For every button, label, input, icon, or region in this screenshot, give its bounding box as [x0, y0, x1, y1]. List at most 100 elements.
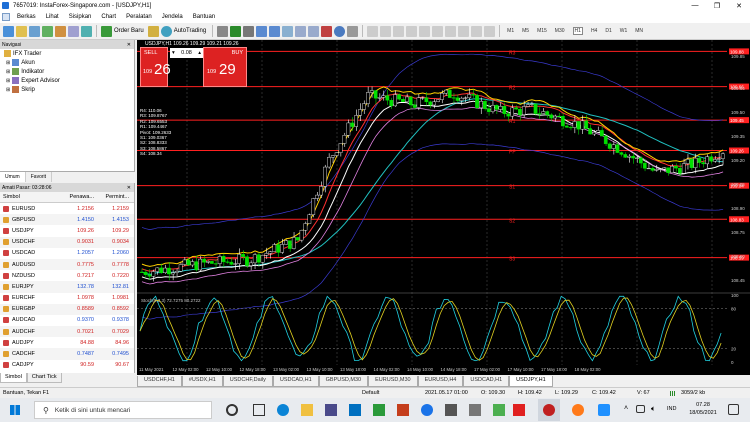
zoom-out-icon[interactable] [269, 25, 281, 37]
line-chart-icon[interactable] [243, 25, 255, 37]
nav-item-skrip[interactable]: ⊞ Skrip [0, 85, 134, 94]
nav-item-expert-advisor[interactable]: ⊞ Expert Advisor [0, 76, 134, 85]
market-row[interactable]: AUDJPY 84.88 84.96 [0, 337, 134, 348]
new-order-button[interactable]: Order Baru [114, 28, 144, 34]
taskbar-search[interactable]: ⚲ Ketik di sini untuk mencari [34, 401, 212, 419]
close-button[interactable]: ✕ [728, 0, 750, 11]
lot-up-icon[interactable]: ▴ [198, 50, 201, 56]
instaforex-icon[interactable] [513, 404, 525, 416]
timeframe-d1[interactable]: D1 [605, 28, 611, 34]
channel-icon[interactable] [432, 25, 444, 37]
chart-tab[interactable]: EURUSD,M30 [368, 376, 418, 387]
clock[interactable]: 07.28 18/05/2021 [685, 401, 721, 417]
chart-tab[interactable]: EURUSD,H4 [417, 376, 464, 387]
tile-windows-icon[interactable] [282, 25, 294, 37]
chart-shift-icon[interactable] [308, 25, 320, 37]
navigator-close-icon[interactable]: ✕ [127, 42, 131, 48]
menu-lihat[interactable]: Lihat [41, 14, 64, 20]
file-explorer-icon[interactable] [301, 404, 313, 416]
market-row[interactable]: EURJPY 132.78 132.81 [0, 281, 134, 293]
cortana-icon[interactable] [226, 404, 238, 416]
firefox-icon[interactable] [572, 404, 584, 416]
timeframe-h1[interactable]: H1 [572, 27, 583, 35]
market-row[interactable]: NZDUSD 0.7217 0.7220 [0, 270, 134, 281]
profiles-icon[interactable] [16, 25, 27, 37]
market-row[interactable]: CADJPY 90.59 90.67 [0, 360, 134, 371]
chrome-icon[interactable] [421, 404, 433, 416]
minimize-button[interactable]: — [684, 0, 706, 11]
expand-icon[interactable]: ⊞ [6, 78, 10, 84]
timeframe-m30[interactable]: M30 [555, 28, 565, 34]
lot-size-input[interactable]: ▾ 0.08 ▴ [170, 48, 203, 58]
maximize-button[interactable]: ❐ [706, 0, 728, 11]
market-row[interactable]: CADCHF 0.7487 0.7495 [0, 348, 134, 360]
tab-favorit[interactable]: Favorit [26, 172, 53, 182]
cursor-icon[interactable] [367, 25, 379, 37]
timeframe-m1[interactable]: M1 [507, 28, 514, 34]
chart-tab[interactable]: USDCHF,Daily [222, 376, 273, 387]
navigator-icon[interactable] [55, 25, 66, 37]
new-order-icon[interactable] [101, 25, 112, 37]
chart-tab[interactable]: USDCAD,H1 [272, 376, 319, 387]
market-row[interactable]: GBPUSD 1.4150 1.4153 [0, 214, 134, 226]
candlestick-icon[interactable] [230, 25, 242, 37]
text-tool-icon[interactable] [458, 25, 470, 37]
windows-start-icon[interactable] [10, 405, 20, 415]
crosshair-icon[interactable] [380, 25, 392, 37]
market-row[interactable]: AUDUSD 0.7775 0.7778 [0, 258, 134, 271]
notifications-icon[interactable] [728, 404, 739, 415]
strategy-tester-icon[interactable] [81, 25, 92, 37]
timeframe-w1[interactable]: W1 [620, 28, 628, 34]
market-row[interactable]: EURCHF 1.0978 1.0981 [0, 293, 134, 304]
zoom-in-icon[interactable] [256, 25, 268, 37]
vertical-line-icon[interactable] [393, 25, 405, 37]
chart-tab[interactable]: USDCAD,H1 [463, 376, 510, 387]
periods-icon[interactable] [334, 25, 346, 37]
label-tool-icon[interactable] [471, 25, 483, 37]
horizontal-line-icon[interactable] [406, 25, 418, 37]
app-icon-gray-2[interactable] [469, 404, 481, 416]
market-row[interactable]: EURUSD 1.2156 1.2159 [0, 203, 134, 214]
market-row[interactable]: AUDCAD 0.9370 0.9378 [0, 315, 134, 326]
menu-peralatan[interactable]: Peralatan [121, 14, 157, 20]
data-window-icon[interactable] [42, 25, 53, 37]
store-icon[interactable] [325, 404, 337, 416]
menu-berkas[interactable]: Berkas [12, 14, 41, 20]
chart-window[interactable]: R3 109.88 R2 109.66 R1 109.45 PP 109.26 S1 109.04… [137, 40, 750, 375]
market-row[interactable]: USDCHF 0.9031 0.9034 [0, 236, 134, 248]
market-row[interactable]: USDCAD 1.2057 1.2060 [0, 248, 134, 259]
autotrading-button[interactable]: AutoTrading [174, 28, 206, 34]
terminal-icon[interactable] [68, 25, 79, 37]
new-chart-icon[interactable] [3, 25, 14, 37]
menu-jendela[interactable]: Jendela [157, 14, 188, 20]
task-view-icon[interactable] [253, 404, 265, 416]
chart-tab[interactable]: #USDX,H1 [181, 376, 223, 387]
buy-button[interactable]: BUY 109 29 [203, 47, 247, 87]
timeframe-mn[interactable]: MN [635, 28, 643, 34]
menu-sisipkan[interactable]: Sisipkan [64, 14, 97, 20]
chart-tab[interactable]: USDJPY,H1 [509, 376, 553, 387]
market-watch-icon[interactable] [29, 25, 40, 37]
tab-chart-tick[interactable]: Chart Tick [26, 373, 62, 383]
nav-item-akun[interactable]: ⊞ Akun [0, 58, 134, 67]
tab-umum[interactable]: Umum [0, 172, 26, 182]
expand-icon[interactable]: ⊞ [6, 87, 10, 93]
menu-bantuan[interactable]: Bantuan [188, 14, 220, 20]
arrows-icon[interactable] [484, 25, 496, 37]
chart-tab[interactable]: USDCHF,H1 [137, 376, 182, 387]
autotrading-icon[interactable] [160, 25, 172, 37]
timeframe-h4[interactable]: H4 [591, 28, 597, 34]
market-row[interactable]: EURGBP 0.8589 0.8592 [0, 303, 134, 315]
app-icon-green[interactable] [373, 404, 385, 416]
mail-icon[interactable] [349, 404, 361, 416]
fibonacci-icon[interactable] [445, 25, 457, 37]
expand-icon[interactable]: ⊞ [6, 69, 10, 75]
col-bid[interactable]: Penawa... [62, 194, 97, 200]
indicators-icon[interactable] [321, 25, 333, 37]
market-row[interactable]: AUDCHF 0.7021 0.7029 [0, 326, 134, 338]
network-icon[interactable] [636, 405, 645, 413]
timeframe-m5[interactable]: M5 [522, 28, 529, 34]
nav-item-ifx-trader[interactable]: IFX Trader [0, 49, 134, 58]
language-indicator[interactable]: IND [667, 406, 676, 412]
col-symbol[interactable]: Simbol [0, 194, 62, 200]
